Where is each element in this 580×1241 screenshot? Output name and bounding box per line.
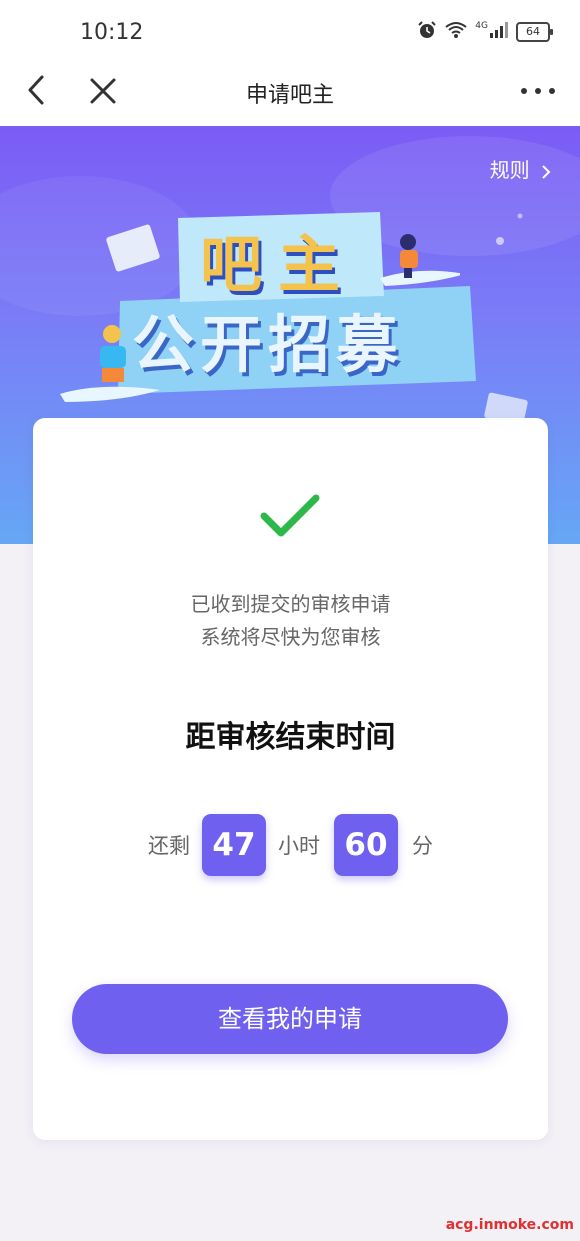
- page-title: 申请吧主: [245, 83, 334, 108]
- hours-value: 47: [202, 814, 266, 876]
- submission-message: 已收到提交的审核申请: [190, 592, 391, 616]
- status-card: 已收到提交的审核申请 系统将尽快为您审核 距审核结束时间 还剩 47 小时 60…: [33, 418, 548, 1140]
- watermark: acg.inmoke.com: [445, 1217, 574, 1233]
- status-bar: 10:12 4G 64: [0, 0, 580, 62]
- nav-bar: 申请吧主: [0, 62, 580, 126]
- battery-indicator: 64: [516, 22, 553, 42]
- page: 10:12 4G 64 申请吧主 规则 吧主 公开招募 已收到提交的审核申请 系…: [0, 0, 580, 1241]
- hours-unit: 小时: [278, 834, 320, 858]
- minutes-unit: 分: [412, 834, 433, 858]
- countdown-row: 还剩 47 小时 60 分: [33, 812, 548, 878]
- network-label: 4G: [475, 21, 488, 31]
- minutes-value: 60: [334, 814, 398, 876]
- surfer-illustration: [60, 234, 460, 402]
- view-application-button[interactable]: 查看我的申请: [72, 984, 508, 1054]
- alarm-icon: [417, 20, 437, 44]
- review-message: 系统将尽快为您审核: [200, 625, 381, 649]
- wifi-icon: [445, 21, 467, 43]
- remaining-label: 还剩: [148, 834, 190, 858]
- status-icons: 4G 64: [417, 20, 553, 44]
- signal-icon: [490, 22, 508, 42]
- status-time: 10:12: [80, 20, 144, 45]
- more-icon[interactable]: [518, 76, 558, 106]
- checkmark-icon: [259, 492, 321, 542]
- countdown-title: 距审核结束时间: [185, 720, 396, 755]
